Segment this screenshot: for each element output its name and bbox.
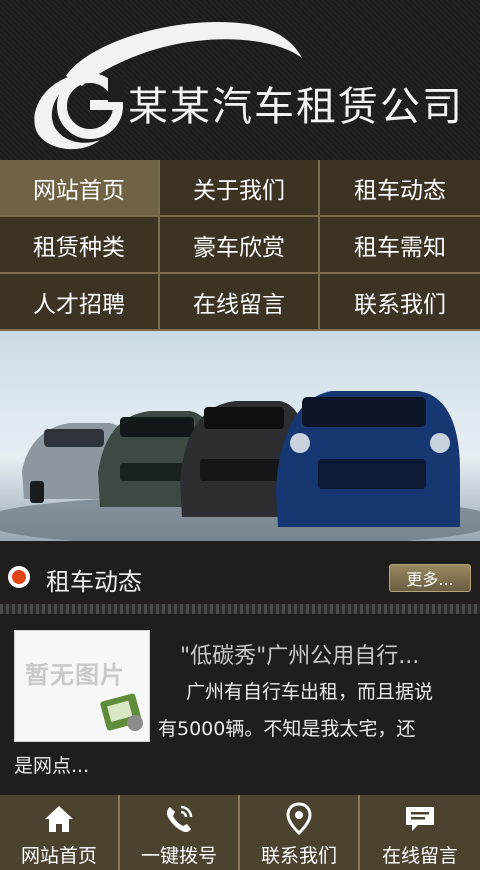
nav-item-about[interactable]: 关于我们 xyxy=(160,160,320,217)
bottom-label: 一键拨号 xyxy=(140,845,217,867)
nav-item-jobs[interactable]: 人才招聘 xyxy=(0,274,160,331)
more-button[interactable]: 更多... xyxy=(389,564,471,592)
news-section-header: 租车动态 更多... xyxy=(0,552,480,602)
news-title[interactable]: "低碳秀"广州公用自行... xyxy=(180,638,470,670)
section-title: 租车动态 xyxy=(46,568,142,596)
news-item[interactable]: 暂无图片 "低碳秀"广州公用自行... 广州有自行车出租，而且据说 有5000辆… xyxy=(0,614,480,794)
cars-banner-image xyxy=(0,391,480,541)
nav-item-rental-notes[interactable]: 租车需知 xyxy=(320,217,480,274)
bottom-label: 在线留言 xyxy=(381,845,458,867)
main-nav: 网站首页 关于我们 租车动态 租赁种类 豪车欣赏 租车需知 人才招聘 在线留言 … xyxy=(0,160,480,331)
map-pin-icon xyxy=(286,802,312,836)
section-divider xyxy=(0,604,480,614)
bottom-home-button[interactable]: 网站首页 xyxy=(0,795,120,870)
bottom-call-button[interactable]: 一键拨号 xyxy=(120,795,240,870)
bullet-icon xyxy=(8,566,30,588)
bottom-contact-button[interactable]: 联系我们 xyxy=(240,795,360,870)
bottom-message-button[interactable]: 在线留言 xyxy=(360,795,480,870)
bottom-label: 网站首页 xyxy=(20,845,97,867)
nav-item-contact[interactable]: 联系我们 xyxy=(320,274,480,331)
nav-item-news[interactable]: 租车动态 xyxy=(320,160,480,217)
nav-item-rental-types[interactable]: 租赁种类 xyxy=(0,217,160,274)
car-silhouette xyxy=(276,391,460,527)
news-line: 是网点... xyxy=(14,755,90,777)
news-summary: 广州有自行车出租，而且据说 有5000辆。不知是我太宅，还 是网点... xyxy=(14,674,476,785)
nav-item-home[interactable]: 网站首页 xyxy=(0,160,160,217)
company-name: 某某汽车租赁公司 xyxy=(128,84,464,130)
hero-banner[interactable] xyxy=(0,331,480,541)
news-line: 有5000辆。不知是我太宅，还 xyxy=(158,718,416,740)
phone-icon xyxy=(166,805,193,833)
bottom-toolbar: 网站首页 一键拨号 联系我们 在线留言 xyxy=(0,795,480,870)
home-icon xyxy=(45,806,73,832)
message-icon xyxy=(406,807,434,831)
nav-item-message[interactable]: 在线留言 xyxy=(160,274,320,331)
site-header: 某某汽车租赁公司 xyxy=(0,0,480,160)
news-line: 广州有自行车出租，而且据说 xyxy=(186,681,434,703)
bottom-label: 联系我们 xyxy=(260,845,337,867)
nav-item-luxury-cars[interactable]: 豪车欣赏 xyxy=(160,217,320,274)
